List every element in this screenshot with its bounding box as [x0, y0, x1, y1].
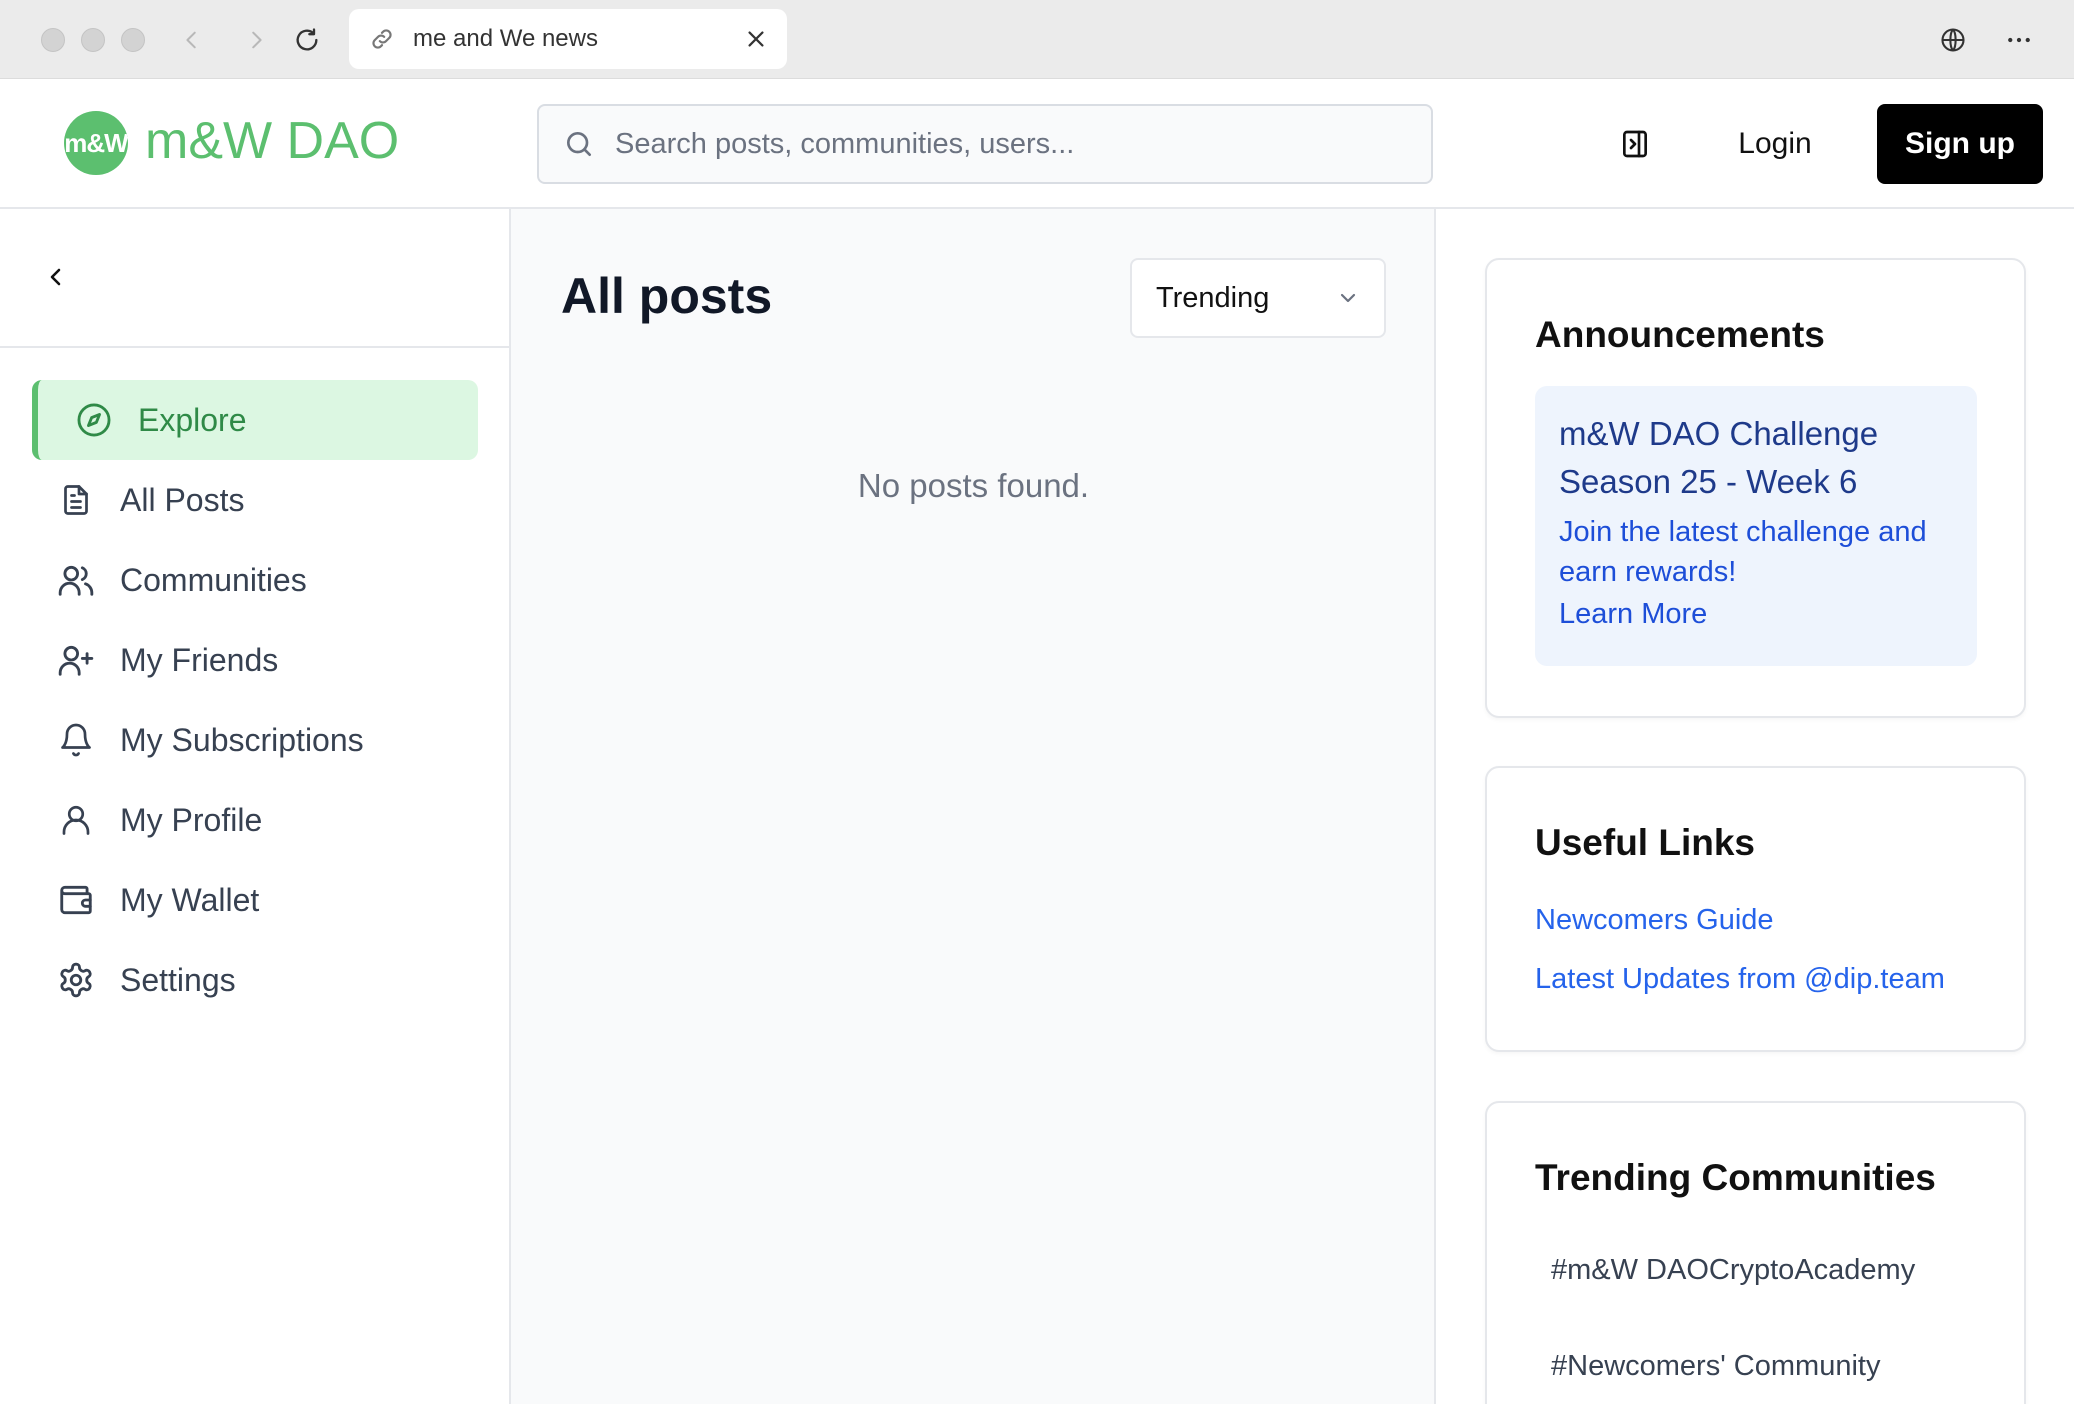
announcements-title: Announcements [1535, 314, 1825, 355]
community-item[interactable]: #m&W DAOCryptoAcademy [1551, 1254, 1915, 1287]
back-button[interactable] [172, 20, 212, 60]
reload-button[interactable] [287, 20, 327, 60]
announcement-item[interactable]: m&W DAO Challenge Season 25 - Week 6 Joi… [1535, 386, 1977, 666]
announcement-title: m&W DAO Challenge Season 25 - Week 6 [1559, 415, 1879, 500]
useful-links-title: Useful Links [1535, 822, 1755, 863]
compass-icon [74, 400, 114, 440]
newcomers-guide-link[interactable]: Newcomers Guide [1535, 904, 1774, 937]
sidebar-item-label: Explore [138, 401, 247, 438]
sidebar-item-label: My Wallet [120, 881, 260, 918]
forward-button[interactable] [236, 20, 276, 60]
window-close-dot[interactable] [41, 28, 65, 52]
sidebar-item-settings[interactable]: Settings [32, 940, 478, 1020]
gear-icon [56, 960, 96, 1000]
main-content: All posts Trending No posts found. [511, 209, 1436, 1404]
sidebar-item-label: My Profile [120, 801, 263, 838]
signup-button[interactable]: Sign up [1877, 104, 2043, 184]
wallet-icon [56, 880, 96, 920]
bell-icon [56, 720, 96, 760]
announcements-card: Announcements m&W DAO Challenge Season 2… [1485, 258, 2026, 718]
chevron-left-icon [186, 31, 196, 49]
window-zoom-dot[interactable] [121, 28, 145, 52]
sidebar-item-label: My Subscriptions [120, 721, 364, 758]
sidebar: Explore All Posts Communities My Friends… [0, 209, 511, 1404]
sort-select[interactable]: Trending [1130, 258, 1386, 338]
page-title: All posts [561, 268, 773, 324]
users-icon [56, 560, 96, 600]
close-icon[interactable] [745, 28, 767, 50]
search-icon [567, 132, 591, 156]
trending-communities-card: Trending Communities #m&W DAOCryptoAcade… [1485, 1101, 2026, 1404]
panel-right-icon [1623, 130, 1647, 158]
collapse-sidebar-button[interactable] [36, 257, 76, 297]
empty-state-message: No posts found. [857, 467, 1090, 504]
login-button[interactable]: Login [1720, 104, 1830, 184]
link-icon [372, 29, 392, 49]
app-header: m&W m&W DAO Login Sign up [0, 79, 2074, 209]
language-button[interactable] [1933, 20, 1973, 60]
chevron-down-icon [1340, 293, 1356, 303]
browser-chrome: me and We news [0, 0, 2074, 79]
browser-tab[interactable]: me and We news [349, 9, 787, 69]
tab-title: me and We news [413, 25, 598, 52]
search-input[interactable] [615, 127, 1415, 161]
chevron-left-icon [50, 268, 61, 286]
sidebar-item-communities[interactable]: Communities [32, 540, 478, 620]
sidebar-item-explore[interactable]: Explore [32, 380, 478, 460]
sidebar-item-my-subscriptions[interactable]: My Subscriptions [32, 700, 478, 780]
logo-mark[interactable]: m&W [64, 111, 128, 175]
trending-communities-title: Trending Communities [1535, 1157, 1936, 1198]
reload-icon [296, 28, 318, 51]
community-item[interactable]: #Newcomers' Community [1551, 1350, 1880, 1383]
document-icon [56, 480, 96, 520]
learn-more-link[interactable]: Learn More [1559, 598, 1953, 631]
chevron-right-icon [252, 31, 262, 49]
sort-value: Trending [1156, 281, 1270, 314]
sidebar-item-my-profile[interactable]: My Profile [32, 780, 478, 860]
sidebar-divider [0, 346, 509, 348]
sidebar-item-label: My Friends [120, 641, 279, 678]
announcement-text: Join the latest challenge and earn rewar… [1559, 516, 1927, 588]
sidebar-item-my-wallet[interactable]: My Wallet [32, 860, 478, 940]
more-button[interactable] [1999, 20, 2039, 60]
user-icon [56, 800, 96, 840]
sidebar-item-label: All Posts [120, 481, 245, 518]
more-horizontal-icon [2008, 37, 2030, 43]
sidebar-item-my-friends[interactable]: My Friends [32, 620, 478, 700]
sidebar-item-label: Communities [120, 561, 307, 598]
sidebar-item-all-posts[interactable]: All Posts [32, 460, 478, 540]
search-bar[interactable] [537, 104, 1433, 184]
sidebar-item-label: Settings [120, 961, 236, 998]
logo-text[interactable]: m&W DAO [145, 109, 399, 173]
latest-updates-link[interactable]: Latest Updates from @dip.team [1535, 963, 1945, 996]
user-plus-icon [56, 640, 96, 680]
useful-links-card: Useful Links Newcomers Guide Latest Upda… [1485, 766, 2026, 1052]
toggle-panel-button[interactable] [1612, 121, 1658, 167]
globe-icon [1941, 28, 1965, 52]
window-minimize-dot[interactable] [81, 28, 105, 52]
